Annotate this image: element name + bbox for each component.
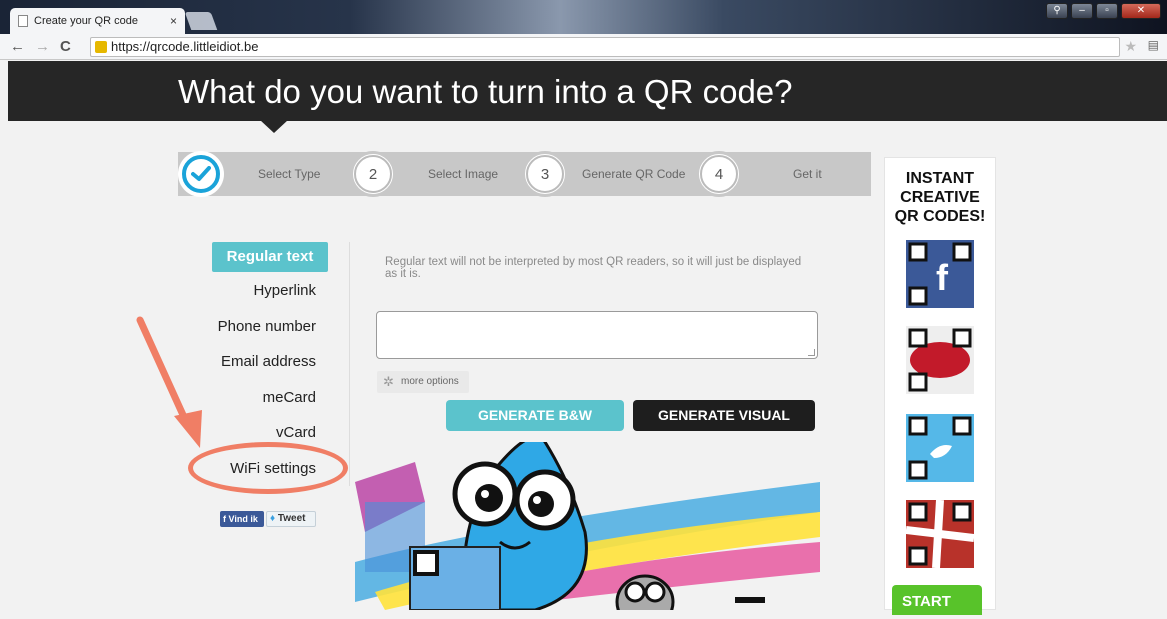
back-icon[interactable]: ← xyxy=(10,38,25,55)
step-1-check xyxy=(178,151,224,197)
menu-divider xyxy=(349,242,350,486)
tweet-label: Tweet xyxy=(277,513,306,524)
type-phone-number[interactable]: Phone number xyxy=(218,318,316,335)
facebook-like-label: Vind ik xyxy=(228,514,258,524)
step-4-label: Get it xyxy=(793,167,822,181)
annotation-arrow xyxy=(136,316,202,448)
twitter-bird-icon: ♦ xyxy=(270,513,276,524)
gear-icon: ✲ xyxy=(383,374,394,389)
step-2-circle: 2 xyxy=(350,151,396,197)
header-pointer xyxy=(260,120,288,133)
facebook-like-button[interactable]: f Vind ik xyxy=(220,511,264,527)
flag-qr-image xyxy=(906,500,974,568)
checkmark-icon xyxy=(182,155,220,193)
more-options-button[interactable]: ✲ more options xyxy=(377,371,469,393)
step-3-number: 3 xyxy=(526,155,564,193)
more-options-label: more options xyxy=(401,376,459,387)
browser-tab[interactable]: Create your QR code × xyxy=(10,8,185,34)
maximize-button[interactable]: ▫ xyxy=(1096,3,1118,19)
url-text: https://qrcode.littleidiot.be xyxy=(111,39,259,54)
svg-text:f: f xyxy=(936,257,949,298)
step-4-number: 4 xyxy=(700,155,738,193)
lock-icon xyxy=(95,41,107,53)
tab-close-icon[interactable]: × xyxy=(170,14,177,28)
bookmark-star-icon[interactable]: ★ xyxy=(1124,38,1137,55)
type-vcard[interactable]: vCard xyxy=(276,424,316,441)
lips-qr-image xyxy=(906,326,974,394)
step-1-label: Select Type xyxy=(258,167,321,181)
type-email-address[interactable]: Email address xyxy=(221,353,316,370)
url-field[interactable]: https://qrcode.littleidiot.be xyxy=(90,37,1120,57)
tweet-button[interactable]: ♦ Tweet xyxy=(266,511,316,527)
type-regular-text[interactable]: Regular text xyxy=(212,242,328,272)
page-title: What do you want to turn into a QR code? xyxy=(178,73,793,110)
page-header: What do you want to turn into a QR code? xyxy=(8,61,1167,121)
facebook-qr-image: f xyxy=(906,240,974,308)
ad-title-line-1: INSTANT xyxy=(905,170,975,187)
ad-title-line-3: QR CODES! xyxy=(894,208,986,225)
page-icon xyxy=(18,15,28,27)
new-tab-button[interactable] xyxy=(184,12,218,30)
ad-title: INSTANT CREATIVE QR CODES! xyxy=(885,169,995,226)
annotation-highlight-circle xyxy=(188,442,348,494)
step-2-label: Select Image xyxy=(428,167,499,181)
step-4-circle: 4 xyxy=(696,151,742,197)
type-hint: Regular text will not be interpreted by … xyxy=(385,256,802,280)
address-bar: ← → C https://qrcode.littleidiot.be ★ ▤ xyxy=(0,34,1167,60)
type-hyperlink[interactable]: Hyperlink xyxy=(253,282,316,299)
step-3-circle: 3 xyxy=(522,151,568,197)
page-menu-icon[interactable]: ▤ xyxy=(1148,38,1159,52)
step-progress: Select Type 2 Select Image 3 Generate QR… xyxy=(178,151,871,197)
creative-qr-ad[interactable]: INSTANT CREATIVE QR CODES! f START xyxy=(884,157,996,615)
social-buttons: f Vind ik ♦ Tweet xyxy=(220,511,316,527)
type-mecard[interactable]: meCard xyxy=(263,389,316,406)
generate-bw-button[interactable]: GENERATE B&W xyxy=(446,400,624,431)
step-2-number: 2 xyxy=(354,155,392,193)
mascot-illustration xyxy=(355,442,820,610)
tab-title: Create your QR code xyxy=(34,15,138,27)
window-controls: ⚲ – ▫ ✕ xyxy=(1046,3,1161,19)
start-button[interactable]: START xyxy=(892,585,982,615)
user-icon[interactable]: ⚲ xyxy=(1046,3,1068,19)
twitter-qr-image xyxy=(906,414,974,482)
step-3-label: Generate QR Code xyxy=(582,167,686,181)
generate-visual-button[interactable]: GENERATE VISUAL xyxy=(633,400,815,431)
ad-title-line-2: CREATIVE xyxy=(900,189,980,206)
forward-icon[interactable]: → xyxy=(35,38,50,55)
text-input[interactable] xyxy=(376,311,818,359)
reload-icon[interactable]: C xyxy=(60,38,71,55)
browser-tab-strip: Create your QR code × ⚲ – ▫ ✕ xyxy=(0,0,1167,34)
minimize-button[interactable]: – xyxy=(1071,3,1093,19)
close-window-button[interactable]: ✕ xyxy=(1121,3,1161,19)
